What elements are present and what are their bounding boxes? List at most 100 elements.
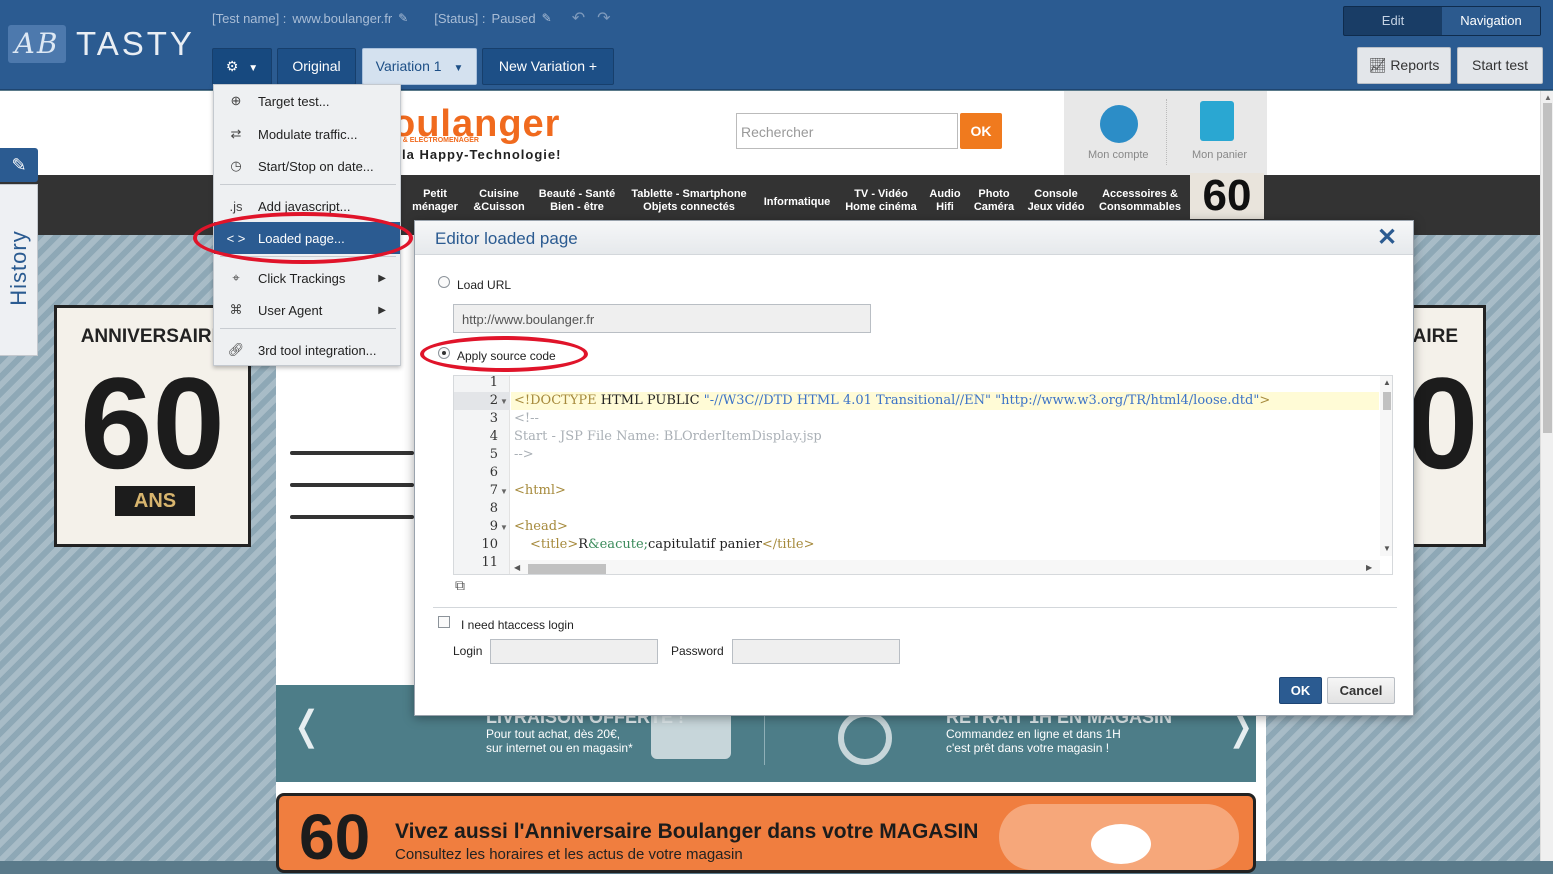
js-icon: .js bbox=[229, 198, 243, 214]
nav-item-console[interactable]: Console Jeux vidéo bbox=[1024, 188, 1088, 214]
original-button[interactable]: Original bbox=[277, 48, 356, 85]
start-test-button[interactable]: Start test bbox=[1457, 47, 1543, 84]
pickup-sub-line1: Commandez en ligne et dans 1H bbox=[946, 727, 1121, 741]
menu-item-start-stop-date[interactable]: ◷ Start/Stop on date... bbox=[214, 150, 400, 182]
menu-item-3rd-tool-integration[interactable]: 🔗︎ 3rd tool integration... bbox=[214, 334, 400, 366]
test-name: www.boulanger.fr bbox=[292, 10, 393, 26]
nav-label: Caméra bbox=[973, 201, 1015, 213]
source-code-editor[interactable]: 1 2 ▼ 3 4 5 6 7 ▼ 8 9 ▼ 10 11 <!DOCTYPE … bbox=[453, 375, 1393, 575]
code-vertical-scrollbar[interactable]: ▲ ▼ bbox=[1380, 376, 1392, 556]
menu-item-modulate-traffic[interactable]: ⇄ Modulate traffic... bbox=[214, 118, 400, 150]
history-panel-tab[interactable]: History bbox=[0, 184, 38, 356]
scroll-up-icon[interactable]: ▲ bbox=[1544, 93, 1552, 102]
edit-status-icon[interactable]: ✎ bbox=[542, 11, 552, 25]
pencil-tab-icon[interactable]: ✎ bbox=[0, 148, 38, 182]
scrollbar-thumb[interactable] bbox=[1383, 392, 1391, 410]
delivery-sub-line2: sur internet ou en magasin* bbox=[486, 741, 633, 755]
menu-item-label: Click Trackings bbox=[258, 270, 346, 286]
test-info: [Test name] : www.boulanger.fr ✎ [Status… bbox=[212, 8, 611, 28]
store-banner-title: Vivez aussi l'Anniversaire Boulanger dan… bbox=[395, 820, 979, 843]
nav-item-informatique[interactable]: Informatique bbox=[758, 196, 836, 209]
password-label: Password bbox=[671, 644, 724, 658]
nav-label: Accessoires & bbox=[1102, 188, 1178, 200]
code-token: &eacute; bbox=[588, 537, 649, 552]
scroll-left-icon[interactable]: ◀ bbox=[514, 563, 520, 572]
pickup-subtitle: Commandez en ligne et dans 1H c'est prêt… bbox=[946, 727, 1121, 755]
nav-item-tablette[interactable]: Tablette - Smartphone Objets connectés bbox=[624, 188, 754, 214]
store-banner-subtitle: Consultez les horaires et les actus de v… bbox=[395, 846, 743, 863]
nav-label: TV - Vidéo bbox=[854, 188, 908, 200]
code-line-3: <!-- bbox=[514, 411, 539, 426]
code-line-2: <!DOCTYPE HTML PUBLIC "-//W3C//DTD HTML … bbox=[514, 392, 1270, 410]
nav-item-petit-menager[interactable]: Petit ménager bbox=[408, 188, 462, 214]
reports-label: Reports bbox=[1390, 57, 1440, 73]
menu-item-user-agent[interactable]: ⌘ User Agent ▶ bbox=[214, 294, 400, 326]
code-horizontal-scrollbar[interactable]: ◀ ▶ bbox=[510, 560, 1380, 574]
scroll-down-icon[interactable]: ▼ bbox=[1383, 544, 1391, 553]
account-label[interactable]: Mon compte bbox=[1088, 149, 1149, 161]
nav-item-cuisine[interactable]: Cuisine &Cuisson bbox=[468, 188, 530, 214]
load-url-radio[interactable] bbox=[438, 276, 450, 288]
page-scrollbar[interactable]: ▲ bbox=[1540, 91, 1553, 861]
line-number: 10 bbox=[481, 537, 498, 552]
load-url-label[interactable]: Load URL bbox=[457, 278, 511, 292]
nav-item-tv[interactable]: TV - Vidéo Home cinéma bbox=[840, 188, 922, 214]
fold-arrow-icon[interactable]: ▼ bbox=[500, 397, 508, 406]
menu-item-label: Modulate traffic... bbox=[258, 126, 358, 142]
prev-arrow-icon[interactable]: ❬ bbox=[290, 703, 324, 749]
fold-arrow-icon[interactable]: ▼ bbox=[500, 523, 508, 532]
scrollbar-thumb[interactable] bbox=[1543, 103, 1552, 433]
nav-item-accessoires[interactable]: Accessoires & Consommables bbox=[1092, 188, 1188, 214]
edit-test-name-icon[interactable]: ✎ bbox=[398, 11, 408, 25]
htaccess-label[interactable]: I need htaccess login bbox=[461, 618, 574, 632]
reports-button[interactable]: 📈︎ Reports bbox=[1357, 47, 1451, 84]
menu-divider bbox=[220, 328, 396, 329]
cancel-button[interactable]: Cancel bbox=[1327, 677, 1395, 704]
ok-button[interactable]: OK bbox=[1279, 677, 1322, 704]
nav-item-audio[interactable]: Audio Hifi bbox=[926, 188, 964, 214]
scroll-up-icon[interactable]: ▲ bbox=[1383, 378, 1391, 387]
account-icon[interactable] bbox=[1100, 105, 1138, 143]
annotation-ring-loaded-page bbox=[193, 212, 413, 264]
close-icon[interactable]: ✕ bbox=[1377, 223, 1397, 252]
url-input[interactable]: http://www.boulanger.fr bbox=[453, 304, 871, 333]
nav-label: Tablette - Smartphone bbox=[631, 188, 747, 200]
nav-item-photo[interactable]: Photo Caméra bbox=[968, 188, 1020, 214]
annotation-ring-apply-source bbox=[420, 336, 588, 372]
mode-navigation-button[interactable]: Navigation bbox=[1442, 7, 1540, 35]
clock-icon: ◷ bbox=[230, 158, 242, 173]
store-banner[interactable]: 60 Vivez aussi l'Anniversaire Boulanger … bbox=[276, 793, 1256, 873]
scroll-right-icon[interactable]: ▶ bbox=[1366, 563, 1372, 572]
scrollbar-thumb[interactable] bbox=[528, 564, 606, 574]
fold-arrow-icon[interactable]: ▼ bbox=[500, 487, 508, 496]
variation-1-button[interactable]: Variation 1 ▼ bbox=[362, 48, 477, 85]
mode-edit-button[interactable]: Edit bbox=[1344, 7, 1442, 35]
cart-icon[interactable] bbox=[1200, 101, 1234, 141]
site-search-input[interactable]: Rechercher bbox=[736, 113, 958, 149]
login-input[interactable] bbox=[490, 639, 658, 664]
pickup-sub-line2: c'est prêt dans votre magasin ! bbox=[946, 741, 1110, 755]
mode-switch: Edit Navigation bbox=[1343, 6, 1541, 36]
menu-item-click-trackings[interactable]: ⌖ Click Trackings ▶ bbox=[214, 262, 400, 294]
line-number: 6 bbox=[489, 465, 498, 480]
menu-item-label: 3rd tool integration... bbox=[258, 342, 377, 358]
open-external-icon[interactable]: ⧉ bbox=[455, 577, 465, 594]
chart-icon: 📈︎ bbox=[1368, 57, 1387, 73]
code-token: "-//W3C//DTD HTML 4.01 Transitional//EN" bbox=[703, 393, 991, 408]
site-search-button[interactable]: OK bbox=[960, 113, 1002, 149]
nav-item-beaute[interactable]: Beauté - Santé Bien - être bbox=[534, 188, 620, 214]
banner-ans: ANS bbox=[115, 486, 195, 516]
nav-label: Home cinéma bbox=[845, 201, 917, 213]
new-variation-button[interactable]: New Variation + bbox=[482, 48, 614, 85]
settings-menu-button[interactable]: ⚙ ▼ bbox=[212, 48, 272, 85]
password-input[interactable] bbox=[732, 639, 900, 664]
menu-item-label: Start/Stop on date... bbox=[258, 158, 374, 174]
line-number: 5 bbox=[489, 447, 498, 462]
nav-label: Consommables bbox=[1099, 201, 1181, 213]
cart-label[interactable]: Mon panier bbox=[1192, 149, 1247, 161]
undo-icon[interactable]: ↶ bbox=[572, 8, 585, 28]
dialog-title: Editor loaded page bbox=[435, 229, 578, 248]
redo-icon[interactable]: ↷ bbox=[597, 8, 610, 28]
htaccess-checkbox[interactable] bbox=[438, 616, 450, 628]
menu-item-target-test[interactable]: ⊕ Target test... bbox=[214, 85, 400, 117]
